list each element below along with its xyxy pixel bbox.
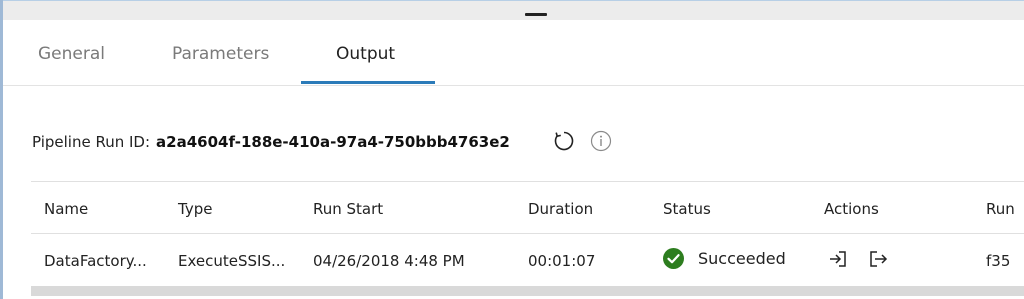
tab-parameters[interactable]: Parameters bbox=[172, 44, 269, 64]
cell-run-id: f35 bbox=[986, 252, 1011, 270]
horizontal-scrollbar[interactable] bbox=[31, 286, 1024, 296]
cell-type: ExecuteSSIS... bbox=[178, 252, 286, 270]
cell-duration: 00:01:07 bbox=[528, 252, 596, 270]
refresh-icon[interactable] bbox=[552, 129, 576, 153]
input-icon[interactable] bbox=[828, 249, 848, 269]
tab-general[interactable]: General bbox=[38, 44, 105, 64]
column-header-name[interactable]: Name bbox=[44, 200, 88, 218]
check-circle-icon bbox=[663, 248, 684, 269]
column-header-actions[interactable]: Actions bbox=[824, 200, 879, 218]
cell-name: DataFactory... bbox=[44, 252, 147, 270]
tab-bar: General Parameters Output bbox=[3, 20, 1024, 86]
table-header-row: Name Type Run Start Duration Status Acti… bbox=[31, 182, 1024, 234]
column-header-run-start[interactable]: Run Start bbox=[313, 200, 383, 218]
cell-run-start: 04/26/2018 4:48 PM bbox=[313, 252, 465, 270]
column-header-status[interactable]: Status bbox=[663, 200, 711, 218]
column-header-duration[interactable]: Duration bbox=[528, 200, 593, 218]
cell-status: Succeeded bbox=[663, 248, 786, 269]
pipeline-run-id-value: a2a4604f-188e-410a-97a4-750bbb4763e2 bbox=[156, 133, 510, 151]
table-row[interactable]: DataFactory... ExecuteSSIS... 04/26/2018… bbox=[31, 234, 1024, 286]
info-icon[interactable] bbox=[590, 130, 612, 152]
resize-handle[interactable] bbox=[525, 13, 547, 16]
pipeline-run-id-row: Pipeline Run ID: a2a4604f-188e-410a-97a4… bbox=[32, 130, 612, 154]
panel-top-bar bbox=[0, 0, 1024, 20]
status-text: Succeeded bbox=[698, 249, 786, 268]
output-icon[interactable] bbox=[868, 249, 888, 269]
tab-output[interactable]: Output bbox=[336, 44, 395, 64]
active-tab-indicator bbox=[301, 81, 435, 84]
column-header-type[interactable]: Type bbox=[178, 200, 212, 218]
pipeline-run-id-label: Pipeline Run ID: bbox=[32, 133, 151, 151]
column-header-run-id[interactable]: Run bbox=[986, 200, 1015, 218]
